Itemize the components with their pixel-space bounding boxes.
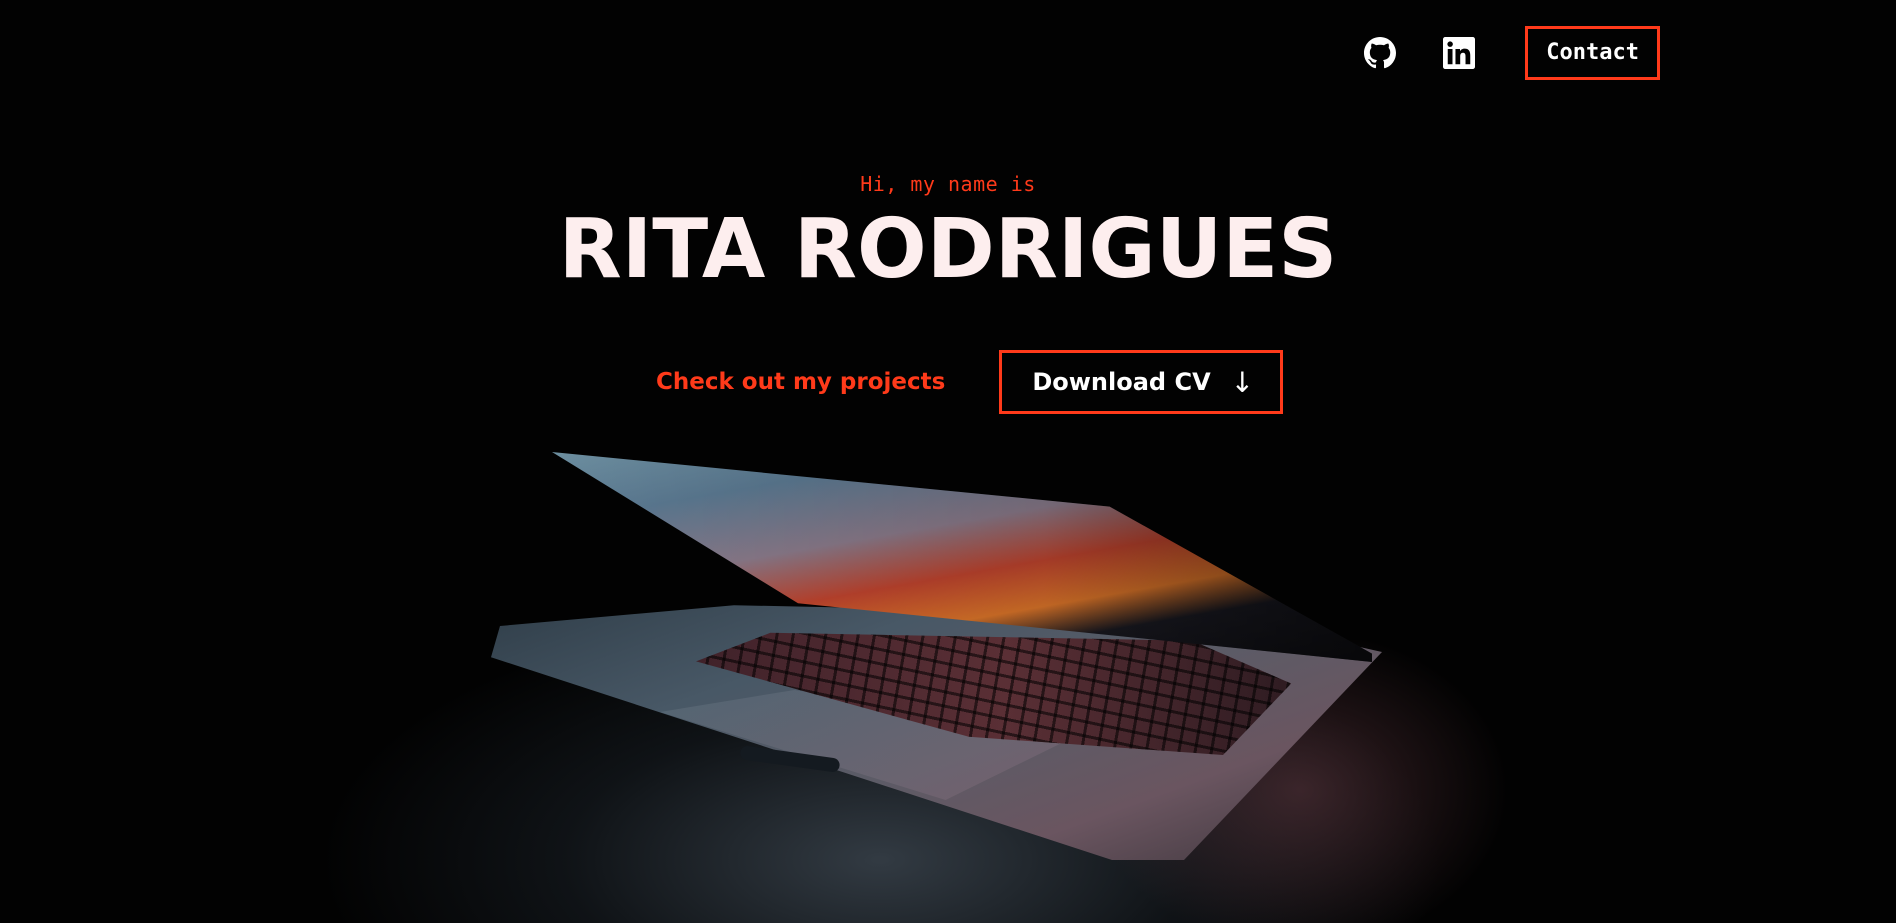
download-cv-label: Download CV [1032,368,1211,396]
hero-section: Contact Hi, my name is RITA RODRIGUES Ch… [0,0,1896,923]
github-icon[interactable] [1363,36,1397,70]
linkedin-icon-graphic [1443,37,1476,69]
contact-button[interactable]: Contact [1525,26,1660,80]
linkedin-icon[interactable] [1442,36,1476,70]
page-title: RITA RODRIGUES [558,202,1338,297]
laptop-background-image [0,0,1896,923]
download-cv-button[interactable]: Download CV ↓ [999,350,1284,414]
projects-link[interactable]: Check out my projects [656,369,945,395]
greeting-text: Hi, my name is [860,172,1036,196]
top-navigation: Contact [1363,26,1660,80]
arrow-down-icon: ↓ [1230,365,1255,399]
hero-actions: Check out my projects Download CV ↓ [656,350,1284,414]
github-icon-graphic [1364,37,1397,69]
